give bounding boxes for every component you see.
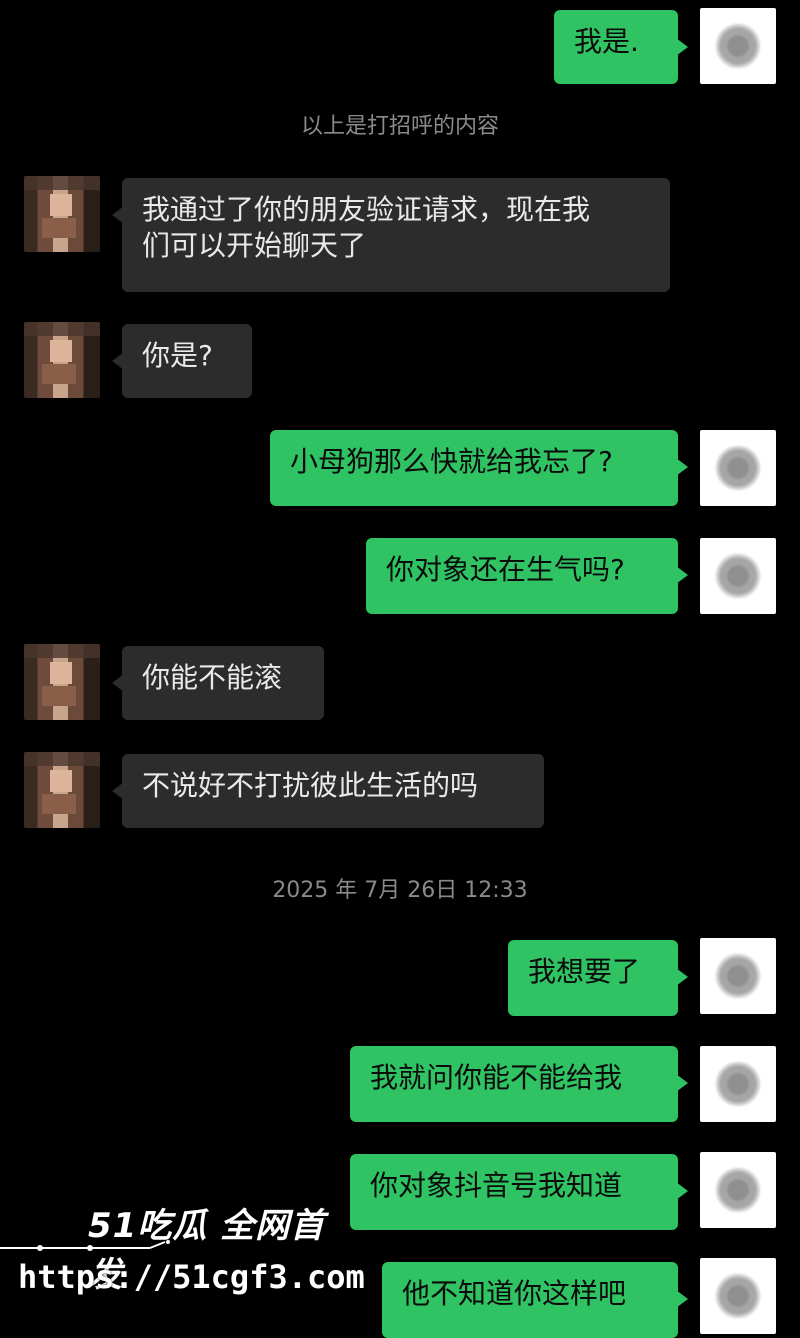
message-bubble-outgoing[interactable]: 小母狗那么快就给我忘了? xyxy=(270,430,688,506)
message-bubble-incoming[interactable]: 我通过了你的朋友验证请求，现在我 们可以开始聊天了 xyxy=(112,178,670,292)
my-avatar[interactable] xyxy=(700,538,776,614)
watermark: 51吃瓜 全网首发 https://51cgf3.com xyxy=(0,1192,365,1306)
contact-avatar[interactable] xyxy=(24,752,100,828)
chat-area[interactable]: 我是. 以上是打招呼的内容 我通过了你的朋友验证请求，现在我 们可以开始聊天了 … xyxy=(0,0,800,1338)
message-bubble-outgoing[interactable]: 我是. xyxy=(554,10,688,84)
message-bubble-outgoing[interactable]: 我就问你能不能给我 xyxy=(350,1046,688,1122)
message-line: 们可以开始聊天了 xyxy=(142,229,367,262)
system-message: 以上是打招呼的内容 xyxy=(300,114,499,139)
my-avatar[interactable] xyxy=(700,1046,776,1122)
message-bubble-incoming[interactable]: 你是? xyxy=(112,324,252,398)
avatar-image xyxy=(716,1168,760,1212)
message-bubble-outgoing[interactable]: 你对象还在生气吗? xyxy=(366,538,688,614)
my-avatar[interactable] xyxy=(700,1152,776,1228)
message-bubble-outgoing[interactable]: 你对象抖音号我知道 xyxy=(350,1154,688,1230)
my-avatar[interactable] xyxy=(700,938,776,1014)
contact-avatar[interactable] xyxy=(24,322,100,398)
my-avatar[interactable] xyxy=(700,8,776,84)
message-line: 我通过了你的朋友验证请求，现在我 xyxy=(142,193,591,226)
message-bubble-outgoing[interactable]: 我想要了 xyxy=(508,940,688,1016)
avatar-image xyxy=(716,24,760,68)
message-bubble-incoming[interactable]: 你能不能滚 xyxy=(112,646,324,720)
avatar-image xyxy=(716,446,760,490)
contact-avatar[interactable] xyxy=(24,176,100,252)
contact-avatar[interactable] xyxy=(24,644,100,720)
my-avatar[interactable] xyxy=(700,430,776,506)
avatar-image xyxy=(716,554,760,598)
avatar-image xyxy=(716,1274,760,1318)
avatar-image xyxy=(716,954,760,998)
timestamp: 2025 年 7月 26日 12:33 xyxy=(272,878,528,903)
avatar-image xyxy=(716,1062,760,1106)
message-bubble-incoming[interactable]: 不说好不打扰彼此生活的吗 xyxy=(112,754,544,828)
message-bubble-outgoing[interactable]: 他不知道你这样吧 xyxy=(382,1262,688,1338)
circuit-decoration-icon xyxy=(0,1240,170,1251)
my-avatar[interactable] xyxy=(700,1258,776,1334)
watermark-url: https://51cgf3.com xyxy=(18,1258,365,1296)
